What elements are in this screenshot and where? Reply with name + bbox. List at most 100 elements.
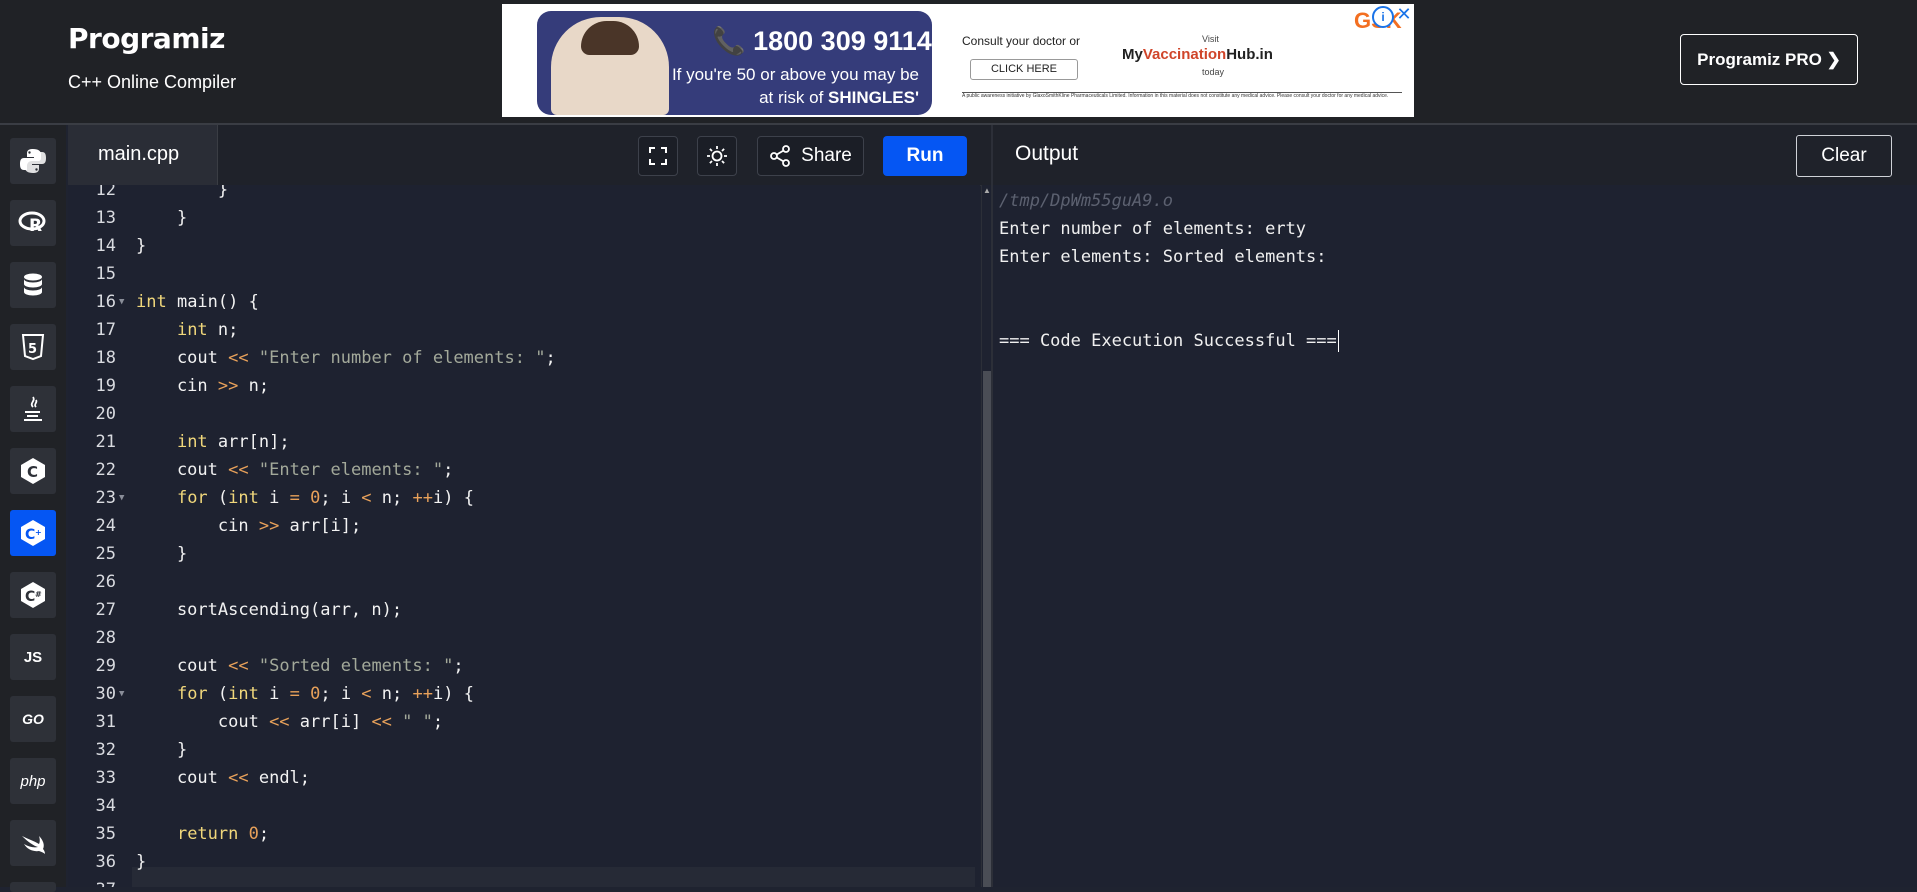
svg-text:+: + [35, 528, 42, 537]
code-line[interactable]: 16 ▼ int main() { [68, 288, 980, 316]
tab-main-cpp[interactable]: main.cpp [68, 125, 218, 185]
cpp-icon[interactable]: C + [10, 510, 56, 556]
clear-button[interactable]: Clear [1796, 135, 1892, 177]
scrollbar-thumb[interactable] [983, 371, 991, 887]
ad-visit-text: Visit [1202, 34, 1219, 44]
line-number: 37 [68, 876, 116, 887]
programiz-logo[interactable]: Programiz [68, 22, 225, 55]
code-line[interactable]: 27 sortAscending(arr, n); [68, 596, 980, 624]
code-line[interactable]: 23 ▼ for (int i = 0; i < n; ++i) { [68, 484, 980, 512]
ad-info-icon[interactable]: i [1372, 6, 1394, 28]
share-label: Share [801, 145, 852, 166]
code-line[interactable]: 22 cout << "Enter elements: "; [68, 456, 980, 484]
code-line[interactable]: 18 cout << "Enter number of elements: "; [68, 344, 980, 372]
ad-image-panel[interactable]: 📞 1800 309 9114 If you're 50 or above yo… [537, 11, 932, 115]
code-line[interactable]: 15 [68, 260, 980, 288]
code-line[interactable]: 24 cin >> arr[i]; [68, 512, 980, 540]
swift-icon[interactable] [10, 820, 56, 866]
output-title: Output [1015, 142, 1079, 165]
code-line[interactable]: 29 cout << "Sorted elements: "; [68, 652, 980, 680]
csharp-icon[interactable]: C # [10, 572, 56, 618]
java-icon[interactable] [10, 386, 56, 432]
line-number: 25 [95, 544, 116, 564]
html5-icon[interactable]: 5 [10, 324, 56, 370]
code-line[interactable]: 33 cout << endl; [68, 764, 980, 792]
code-line[interactable]: 25 } [68, 540, 980, 568]
code-line[interactable]: 32 } [68, 736, 980, 764]
code-text: cout << "Enter elements: "; [136, 460, 454, 480]
ad-close-icon[interactable]: ✕ [1394, 4, 1414, 24]
ad-brand-name: MyVaccinationHub.in [1122, 46, 1273, 63]
php-label: php [20, 772, 46, 790]
php-icon[interactable]: php [10, 758, 56, 804]
svg-text:5: 5 [28, 342, 37, 357]
code-line[interactable]: 19 cin >> n; [68, 372, 980, 400]
more-languages-icon[interactable] [10, 882, 56, 892]
code-line[interactable]: 36} [68, 848, 980, 876]
code-line[interactable]: 26 [68, 568, 980, 596]
programiz-pro-button[interactable]: Programiz PRO ❯ [1680, 34, 1858, 85]
ad-phone-number: 📞 1800 309 9114 [712, 26, 932, 56]
code-text: int n; [176, 320, 239, 340]
code-line[interactable]: 20 [68, 400, 980, 428]
go-icon[interactable]: GO [10, 696, 56, 742]
r-icon[interactable]: R [10, 200, 56, 246]
code-text: } [136, 236, 147, 256]
code-text: } [136, 852, 147, 872]
javascript-icon[interactable]: JS [10, 634, 56, 680]
code-text: int main() { [136, 292, 259, 312]
output-file-path: /tmp/DpWm55guA9.o [999, 191, 1173, 211]
page-subtitle: C++ Online Compiler [68, 72, 237, 92]
code-line[interactable]: 13 } [68, 204, 980, 232]
line-number: 12 [95, 185, 116, 200]
line-number: 24 [95, 516, 116, 536]
line-number: 18 [95, 348, 116, 368]
ad-fine-print: A public awareness initiative by GlaxoSm… [962, 92, 1402, 115]
code-line[interactable]: 30 ▼ for (int i = 0; i < n; ++i) { [68, 680, 980, 708]
output-console[interactable]: /tmp/DpWm55guA9.o Enter number of elemen… [993, 185, 1917, 887]
line-number: 30 [95, 684, 116, 704]
ad-click-here-button[interactable]: CLICK HERE [970, 59, 1078, 80]
line-number: 15 [95, 264, 116, 284]
code-line[interactable]: 14} [68, 232, 980, 260]
code-line[interactable]: 37 [68, 876, 980, 887]
code-text: return 0; [176, 824, 270, 844]
ad-consult-text: Consult your doctor or [962, 34, 1081, 48]
line-number: 29 [95, 656, 116, 676]
scroll-up-arrow-icon[interactable]: ▲ [983, 187, 991, 195]
line-number: 20 [95, 404, 116, 424]
code-line[interactable]: 35 return 0; [68, 820, 980, 848]
code-line[interactable]: 21 int arr[n]; [68, 428, 980, 456]
line-number: 13 [95, 208, 116, 228]
code-line[interactable]: 31 cout << arr[i] << " "; [68, 708, 980, 736]
code-line[interactable]: 17 int n; [68, 316, 980, 344]
theme-toggle-button[interactable] [697, 136, 737, 176]
fold-arrow-icon[interactable]: ▼ [119, 484, 124, 512]
code-text: } [136, 185, 229, 200]
fullscreen-button[interactable] [638, 136, 678, 176]
line-number: 17 [95, 320, 116, 340]
code-editor[interactable]: 12 } 13 } 14} 15 16 ▼ int main() {17 int n; 18 … [68, 185, 980, 887]
ad-today-text: today [1202, 67, 1225, 77]
sql-icon[interactable] [10, 262, 56, 308]
python-icon[interactable] [10, 138, 56, 184]
output-line: Enter elements: Sorted elements: [999, 247, 1337, 267]
advertisement-banner[interactable]: 📞 1800 309 9114 If you're 50 or above yo… [502, 4, 1414, 117]
ad-text-line2: at risk of SHINGLES' [759, 88, 919, 107]
fold-arrow-icon[interactable]: ▼ [119, 680, 124, 708]
code-text: } [136, 544, 188, 564]
line-number: 31 [95, 712, 116, 732]
code-text: cin >> arr[i]; [136, 516, 362, 536]
line-number: 16 [95, 292, 116, 312]
run-button[interactable]: Run [883, 136, 967, 176]
code-line[interactable]: 28 [68, 624, 980, 652]
c-icon[interactable]: C [10, 448, 56, 494]
svg-text:C: C [27, 463, 38, 481]
fold-arrow-icon[interactable]: ▼ [119, 288, 124, 316]
ad-person-image [551, 17, 669, 115]
code-line[interactable]: 12 } [68, 185, 980, 204]
code-text: sortAscending(arr, n); [136, 600, 403, 620]
output-success-line: === Code Execution Successful === [999, 330, 1339, 352]
code-line[interactable]: 34 [68, 792, 980, 820]
share-button[interactable]: Share [757, 136, 864, 176]
